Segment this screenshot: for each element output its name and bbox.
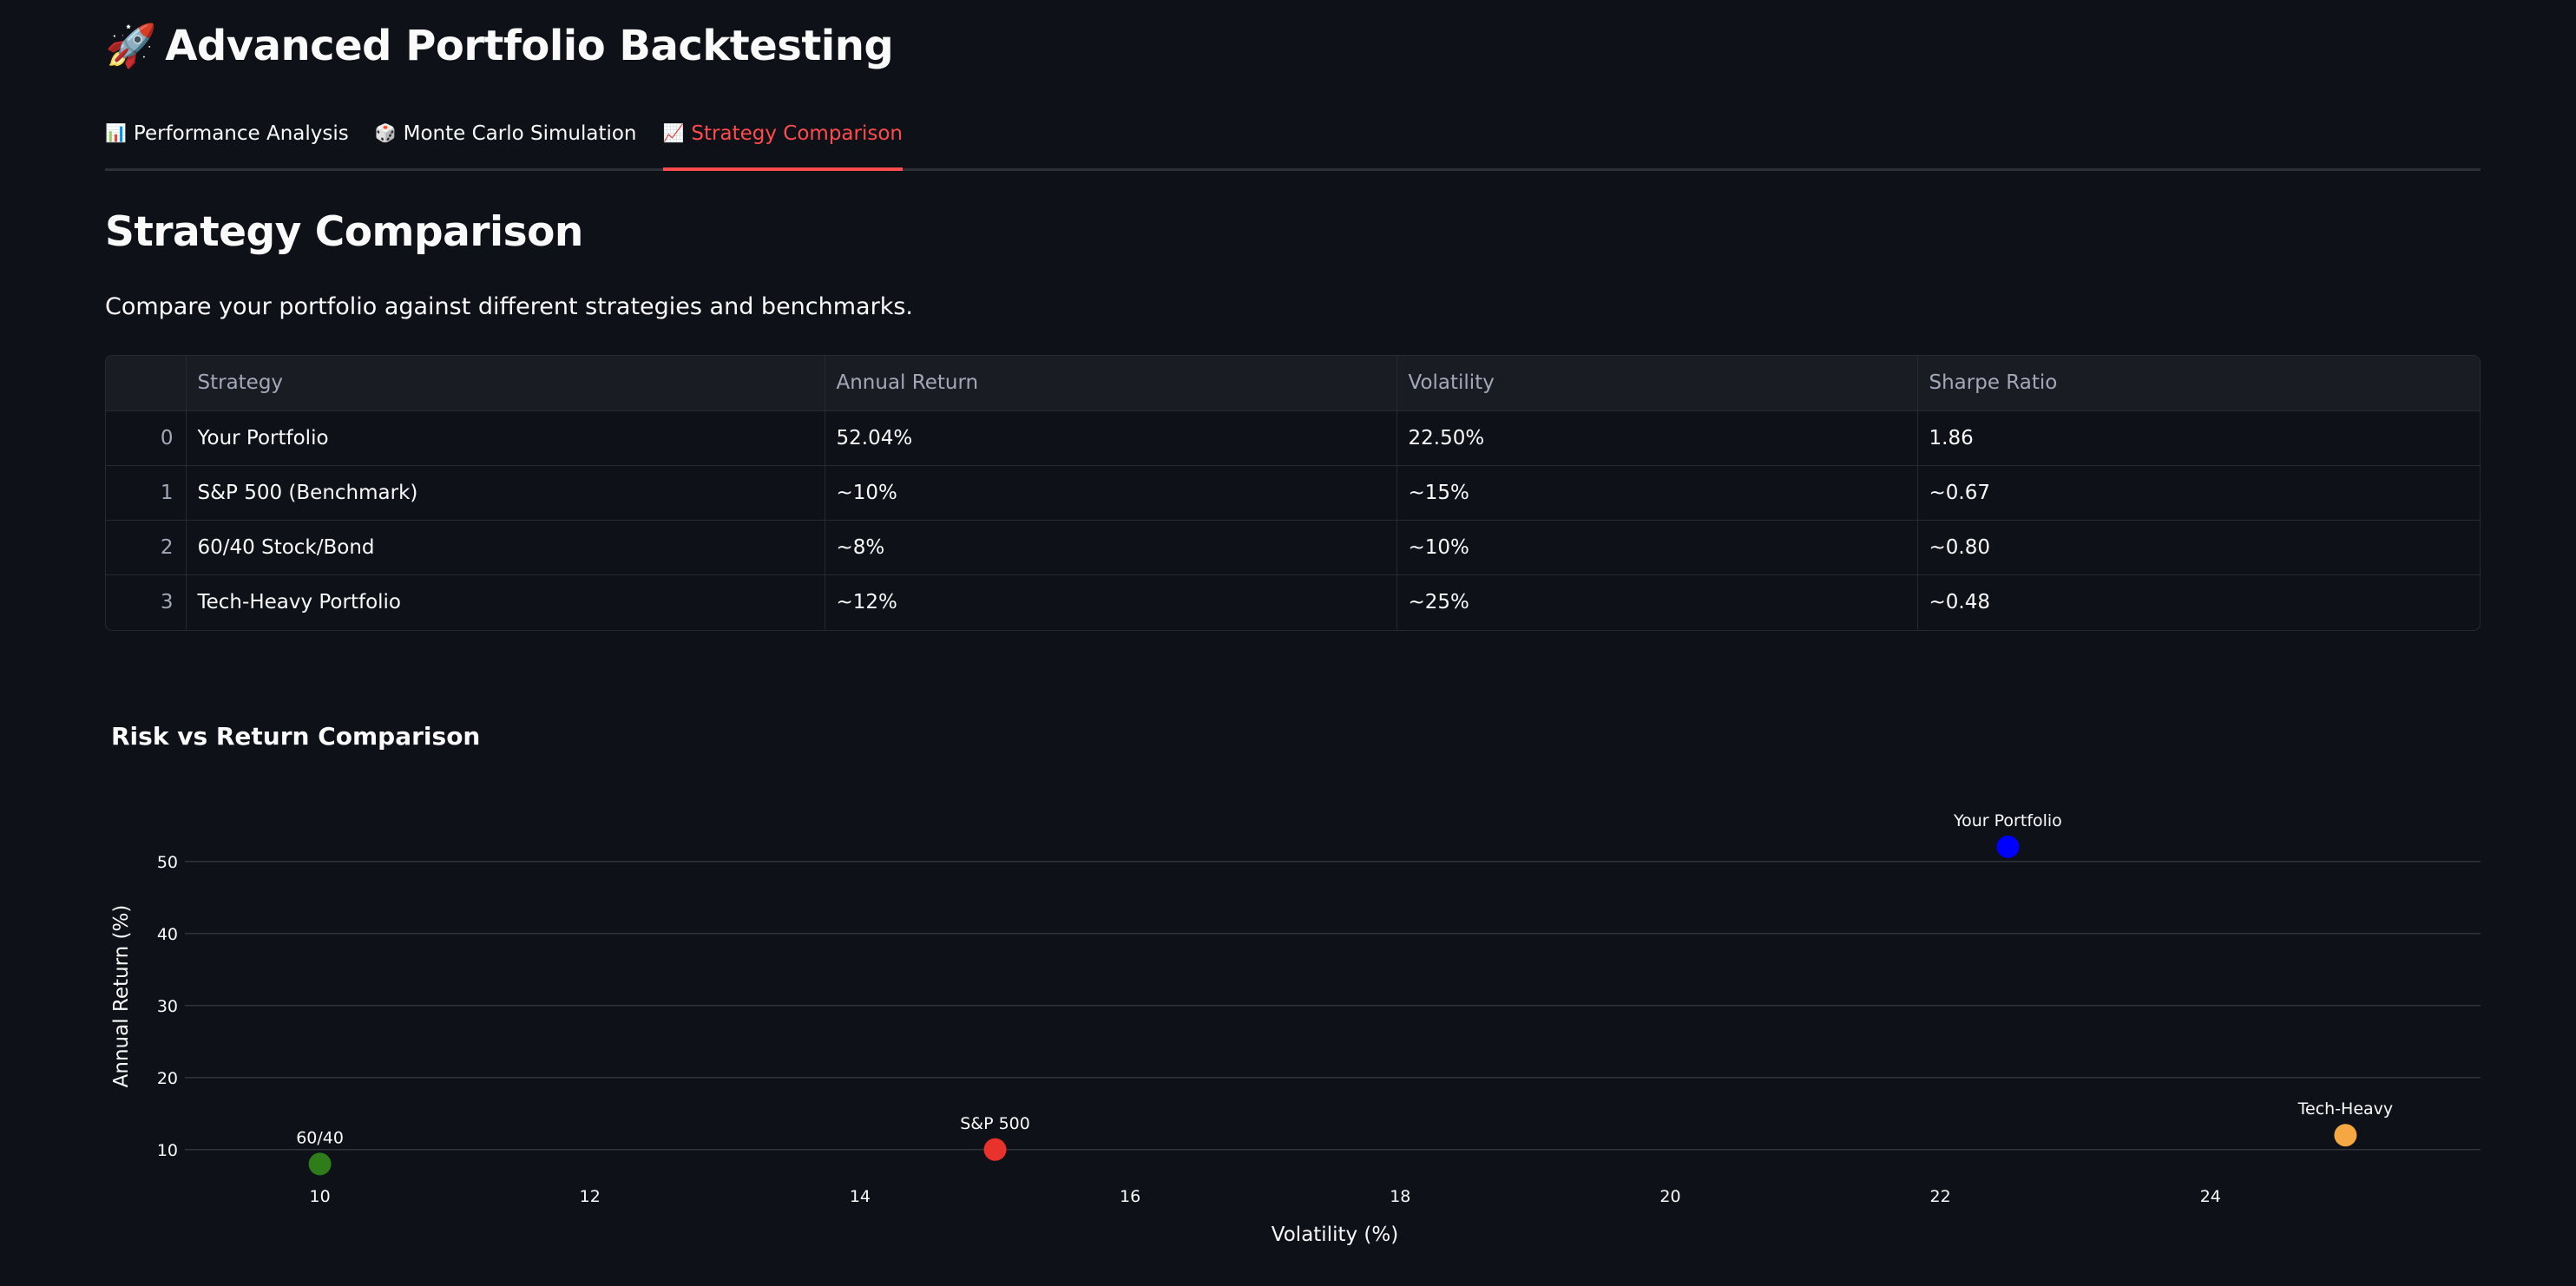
data-point[interactable] bbox=[308, 1152, 332, 1176]
data-point-label: Your Portfolio bbox=[1953, 811, 2062, 830]
y-tick-label: 20 bbox=[157, 1069, 178, 1088]
row-index: 1 bbox=[106, 465, 187, 521]
tab-label: Monte Carlo Simulation bbox=[403, 122, 637, 145]
data-point-label: 60/40 bbox=[296, 1128, 344, 1147]
cell-annual-return[interactable]: ~10% bbox=[825, 465, 1397, 521]
table-header-row: Strategy Annual Return Volatility Sharpe… bbox=[106, 356, 2480, 411]
data-point[interactable] bbox=[2334, 1124, 2357, 1147]
risk-return-scatter-chart[interactable]: 1020304050 10 12 14 16 18 20 22 24 Your Portfol… bbox=[0, 0, 2576, 1286]
cell-annual-return[interactable]: ~12% bbox=[825, 574, 1397, 629]
x-tick-label: 18 bbox=[1390, 1187, 1410, 1206]
data-point-label: Tech-Heavy bbox=[2297, 1099, 2394, 1119]
table-row: 2 60/40 Stock/Bond ~8% ~10% ~0.80 bbox=[106, 520, 2480, 575]
section-description: Compare your portfolio against different… bbox=[105, 293, 913, 320]
line-chart-icon: 📈 bbox=[662, 122, 685, 143]
x-tick-label: 20 bbox=[1659, 1187, 1680, 1206]
cell-strategy[interactable]: Tech-Heavy Portfolio bbox=[186, 574, 825, 629]
column-header-strategy[interactable]: Strategy bbox=[186, 356, 825, 411]
strategy-table[interactable]: Strategy Annual Return Volatility Sharpe… bbox=[105, 355, 2481, 631]
y-axis-ticks: 10 20 30 40 50 bbox=[157, 853, 178, 1160]
table-row: 0 Your Portfolio 52.04% 22.50% 1.86 bbox=[106, 410, 2480, 466]
data-points: Your Portfolio S&P 500 60/40 Tech-Heavy bbox=[296, 811, 2393, 1176]
cell-sharpe-ratio[interactable]: 1.86 bbox=[1917, 410, 2480, 466]
row-index: 2 bbox=[106, 520, 187, 575]
column-header-sharpe-ratio[interactable]: Sharpe Ratio bbox=[1917, 356, 2480, 411]
x-axis-label: Volatility (%) bbox=[1272, 1224, 1398, 1246]
data-point-group: S&P 500 bbox=[960, 1114, 1030, 1161]
data-point-group: 60/40 bbox=[296, 1128, 344, 1176]
cell-strategy[interactable]: S&P 500 (Benchmark) bbox=[186, 465, 825, 521]
column-header-volatility[interactable]: Volatility bbox=[1396, 356, 1918, 411]
row-index: 0 bbox=[106, 410, 187, 466]
app-title-text: Advanced Portfolio Backtesting bbox=[165, 21, 894, 70]
cell-sharpe-ratio[interactable]: ~0.67 bbox=[1917, 465, 2480, 521]
y-tick-label: 30 bbox=[157, 997, 178, 1016]
data-point[interactable] bbox=[983, 1138, 1007, 1161]
x-tick-label: 14 bbox=[850, 1187, 871, 1206]
data-point-group: Your Portfolio bbox=[1953, 811, 2062, 858]
table-row: 1 S&P 500 (Benchmark) ~10% ~15% ~0.67 bbox=[106, 465, 2480, 521]
y-tick-label: 50 bbox=[157, 853, 178, 872]
column-header-annual-return[interactable]: Annual Return bbox=[825, 356, 1397, 411]
cell-sharpe-ratio[interactable]: ~0.48 bbox=[1917, 574, 2480, 629]
chart-title: Risk vs Return Comparison bbox=[111, 722, 481, 751]
tab-label: Performance Analysis bbox=[133, 122, 349, 145]
table-row: 3 Tech-Heavy Portfolio ~12% ~25% ~0.48 bbox=[106, 574, 2480, 629]
cell-volatility[interactable]: ~10% bbox=[1396, 520, 1918, 575]
x-tick-label: 24 bbox=[2200, 1187, 2221, 1206]
tab-performance-analysis[interactable]: 📊 Performance Analysis bbox=[105, 113, 349, 156]
cell-volatility[interactable]: ~25% bbox=[1396, 574, 1918, 629]
cell-volatility[interactable]: ~15% bbox=[1396, 465, 1918, 521]
data-point[interactable] bbox=[1996, 835, 2020, 858]
app-title: 🚀 Advanced Portfolio Backtesting bbox=[105, 21, 894, 71]
column-header-index[interactable] bbox=[106, 356, 187, 411]
cell-strategy[interactable]: 60/40 Stock/Bond bbox=[186, 520, 825, 575]
y-axis-label: Annual Return (%) bbox=[110, 905, 133, 1088]
cell-sharpe-ratio[interactable]: ~0.80 bbox=[1917, 520, 2480, 575]
y-tick-label: 40 bbox=[157, 925, 178, 944]
cell-volatility[interactable]: 22.50% bbox=[1396, 410, 1918, 466]
x-axis-ticks: 10 12 14 16 18 20 22 24 bbox=[309, 1187, 2220, 1206]
dice-icon: 🎲 bbox=[374, 122, 397, 143]
tab-bar: 📊 Performance Analysis 🎲 Monte Carlo Sim… bbox=[105, 113, 2481, 171]
tab-monte-carlo-simulation[interactable]: 🎲 Monte Carlo Simulation bbox=[375, 113, 637, 156]
section-title: Strategy Comparison bbox=[105, 208, 583, 256]
row-index: 3 bbox=[106, 574, 187, 629]
tab-label: Strategy Comparison bbox=[691, 122, 903, 145]
cell-strategy[interactable]: Your Portfolio bbox=[186, 410, 825, 466]
bar-chart-icon: 📊 bbox=[105, 122, 127, 143]
tab-strategy-comparison[interactable]: 📈 Strategy Comparison bbox=[662, 113, 903, 171]
x-tick-label: 16 bbox=[1120, 1187, 1140, 1206]
cell-annual-return[interactable]: 52.04% bbox=[825, 410, 1397, 466]
x-tick-label: 12 bbox=[580, 1187, 601, 1206]
data-point-label: S&P 500 bbox=[960, 1114, 1030, 1133]
x-tick-label: 10 bbox=[309, 1187, 330, 1206]
grid-lines bbox=[185, 861, 2481, 1151]
x-tick-label: 22 bbox=[1930, 1187, 1951, 1206]
cell-annual-return[interactable]: ~8% bbox=[825, 520, 1397, 575]
rocket-icon: 🚀 bbox=[105, 22, 157, 70]
data-point-group: Tech-Heavy bbox=[2297, 1099, 2394, 1147]
y-tick-label: 10 bbox=[157, 1141, 178, 1160]
